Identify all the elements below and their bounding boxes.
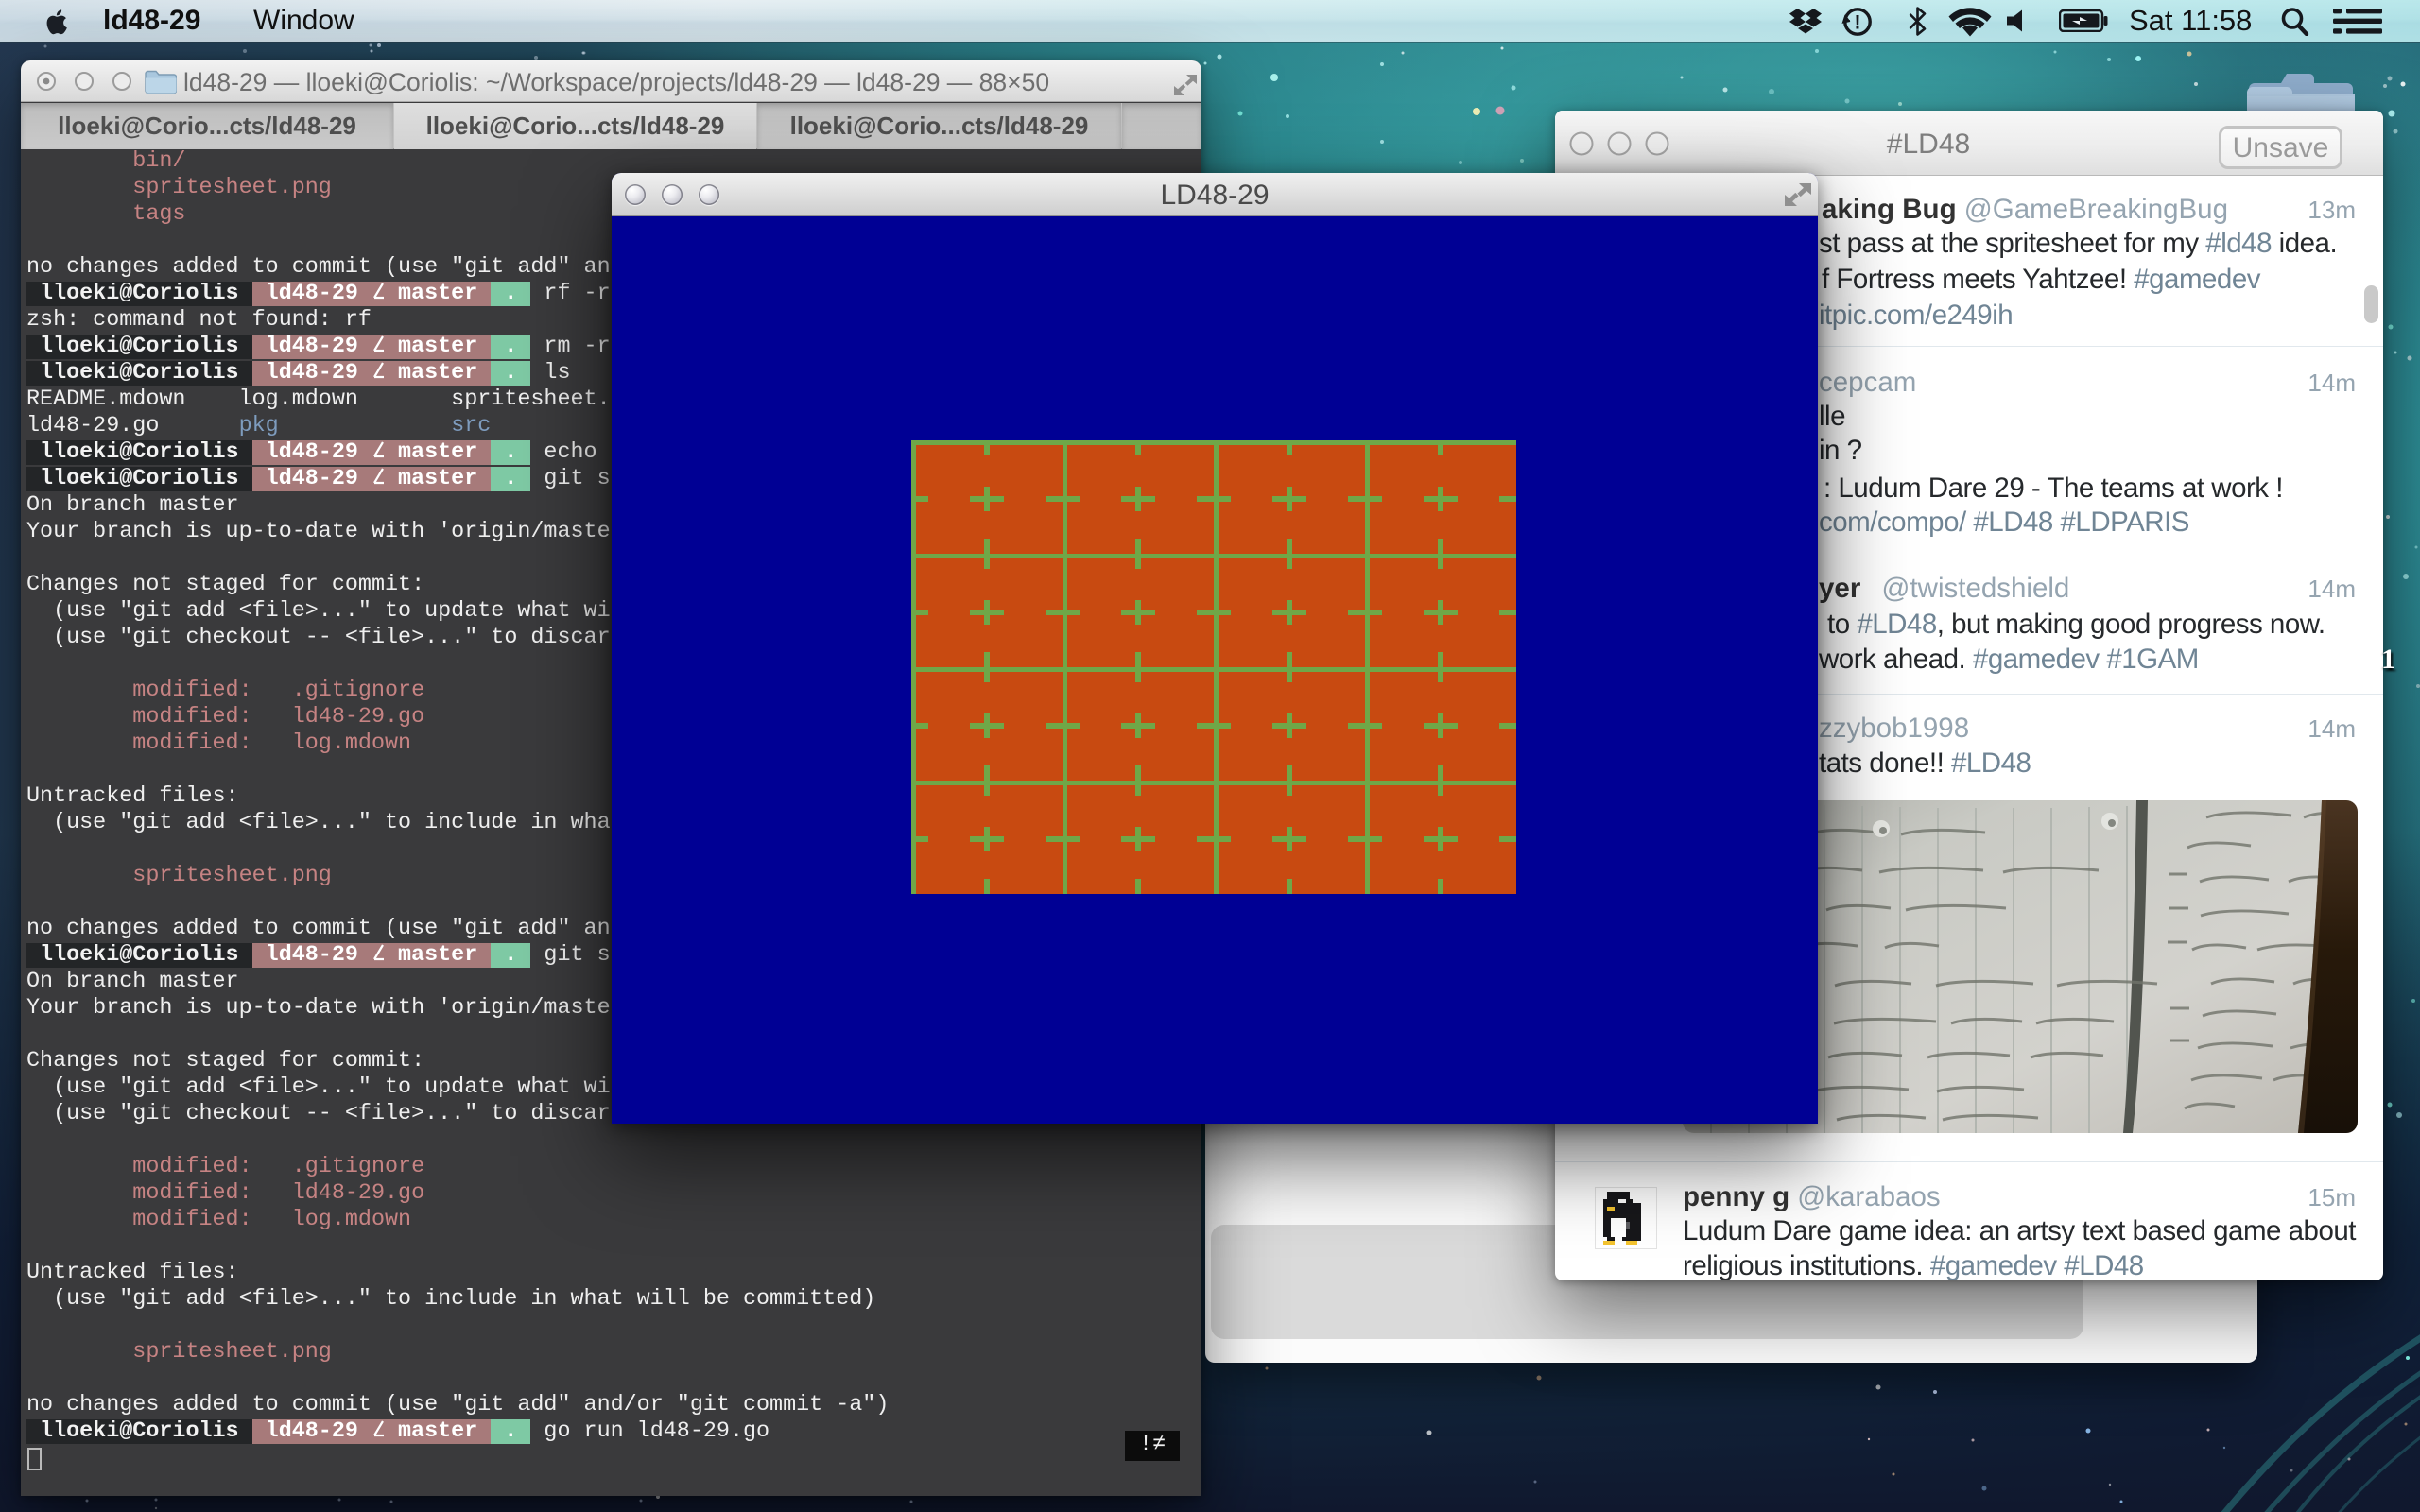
svg-text:!: ! [1855,12,1861,34]
